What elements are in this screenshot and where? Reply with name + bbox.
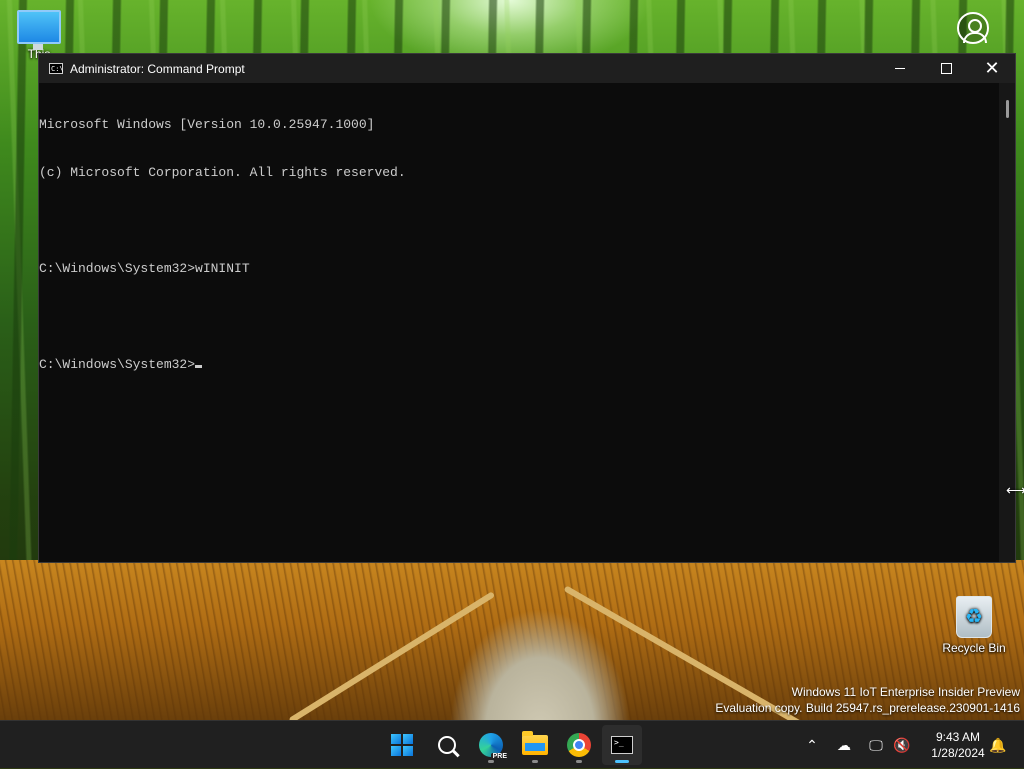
bell-icon[interactable]: 🔔 [986, 733, 1010, 757]
search-button[interactable] [427, 725, 467, 765]
active-indicator [615, 760, 629, 763]
folder-icon [522, 731, 548, 755]
console-line: (c) Microsoft Corporation. All rights re… [39, 165, 406, 180]
search-icon [438, 736, 456, 754]
edge-badge: PRE [490, 753, 509, 760]
watermark-line-2: Evaluation copy. Build 25947.rs_prerelea… [715, 701, 1020, 715]
console-line: Microsoft Windows [Version 10.0.25947.10… [39, 117, 375, 132]
system-tray: ⌃ ☁ 🖵 🔇 [800, 721, 914, 769]
network-icon[interactable]: 🖵 [864, 733, 888, 757]
scrollbar-thumb[interactable] [1006, 100, 1009, 118]
file-explorer-button[interactable] [515, 725, 555, 765]
notification-area: 🔔 [986, 721, 1010, 769]
volume-muted-icon[interactable]: 🔇 [890, 733, 914, 757]
minimize-button[interactable] [877, 54, 923, 83]
text-cursor [195, 365, 203, 368]
terminal-button[interactable]: >_ [602, 725, 642, 765]
resize-cursor-icon: ⟷ [1006, 482, 1024, 498]
edge-button[interactable]: PRE [471, 725, 511, 765]
maximize-button[interactable] [923, 54, 969, 83]
edge-icon: PRE [479, 733, 509, 760]
running-indicator [488, 760, 494, 763]
desktop-icon-recycle-bin[interactable]: ♻ Recycle Bin [939, 596, 1009, 655]
console-output[interactable]: Microsoft Windows [Version 10.0.25947.10… [39, 83, 999, 562]
terminal-icon: >_ [611, 736, 633, 754]
running-indicator [576, 760, 582, 763]
chrome-button[interactable] [559, 725, 599, 765]
console-prompt-line[interactable]: C:\Windows\System32> [39, 357, 999, 373]
window-titlebar[interactable]: C:\ Administrator: Command Prompt ✕ [39, 54, 1015, 83]
chrome-icon [567, 733, 591, 757]
taskbar: PRE >_ ⌃ ☁ 🖵 🔇 9:43 AM 1/28/2024 🔔 [0, 720, 1024, 768]
watermark-line-1: Windows 11 IoT Enterprise Insider Previe… [791, 685, 1020, 699]
chevron-up-icon[interactable]: ⌃ [800, 733, 824, 757]
running-indicator [532, 760, 538, 763]
cmd-app-icon: C:\ [49, 63, 64, 74]
recycle-bin-icon: ♻ [956, 596, 992, 638]
cloud-offline-icon[interactable]: ☁ [832, 733, 856, 757]
user-account-icon[interactable] [957, 12, 989, 44]
window-title: Administrator: Command Prompt [70, 61, 245, 76]
start-button[interactable] [382, 725, 422, 765]
monitor-icon [17, 10, 61, 50]
desktop-icon-label: Recycle Bin [942, 641, 1006, 655]
console-line: C:\Windows\System32>wININIT [39, 261, 250, 276]
command-prompt-window[interactable]: C:\ Administrator: Command Prompt ✕ Micr… [38, 53, 1016, 563]
console-prompt: C:\Windows\System32> [39, 357, 196, 372]
close-button[interactable]: ✕ [969, 54, 1015, 83]
windows-logo-icon [391, 734, 413, 756]
evaluation-watermark: Windows 11 IoT Enterprise Insider Previe… [715, 684, 1020, 716]
